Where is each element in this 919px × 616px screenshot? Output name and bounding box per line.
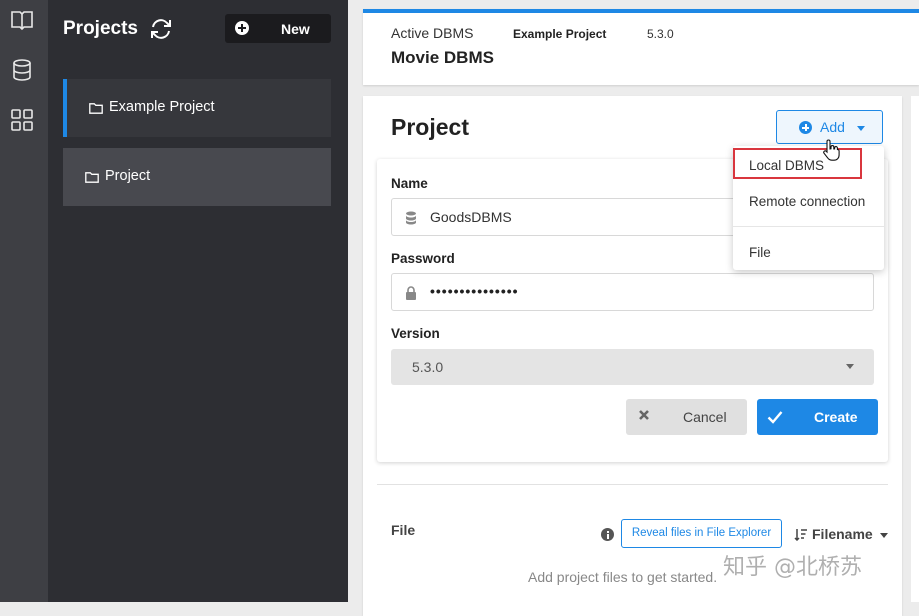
- plus-circle-icon: [799, 121, 812, 134]
- database-icon: [406, 211, 416, 225]
- hand-cursor-icon: [823, 139, 840, 161]
- active-dbms-name: Movie DBMS: [391, 48, 494, 67]
- chevron-down-icon: [846, 364, 854, 369]
- panel-divider[interactable]: [348, 0, 363, 602]
- menu-item-remote-connection[interactable]: Remote connection: [749, 194, 865, 209]
- add-dropdown-menu: Local DBMS Remote connection File: [733, 146, 884, 270]
- new-project-button[interactable]: New: [225, 14, 331, 43]
- refresh-icon[interactable]: [148, 16, 174, 42]
- version-value: 5.3.0: [412, 359, 444, 375]
- reveal-files-button[interactable]: Reveal files in File Explorer: [621, 519, 782, 548]
- chevron-down-icon: [880, 533, 888, 538]
- grid-icon[interactable]: [10, 108, 34, 132]
- database-icon[interactable]: [10, 58, 34, 82]
- project-item-label: Project: [105, 168, 151, 184]
- info-icon[interactable]: [601, 528, 614, 541]
- create-button[interactable]: Create: [757, 399, 878, 435]
- watermark: 知乎 @北桥苏: [723, 555, 862, 580]
- folder-icon: [89, 103, 103, 114]
- project-item-example-project[interactable]: Example Project: [63, 79, 331, 137]
- check-icon: [767, 411, 783, 424]
- folder-icon: [85, 172, 99, 183]
- chevron-down-icon: [857, 126, 865, 131]
- password-label: Password: [391, 251, 455, 266]
- active-dbms-label: Active DBMS: [391, 25, 474, 41]
- version-label: Version: [391, 326, 440, 341]
- name-value: GoodsDBMS: [430, 209, 512, 225]
- project-item-project[interactable]: Project: [63, 148, 331, 206]
- active-dbms-card: Active DBMS Example Project 5.3.0 Movie …: [363, 9, 919, 85]
- lock-icon: [406, 286, 416, 300]
- create-label: Create: [814, 409, 858, 425]
- sort-label: Filename: [812, 526, 873, 542]
- add-label: Add: [820, 119, 845, 135]
- password-value: •••••••••••••••: [430, 283, 519, 299]
- right-panel-edge: [911, 96, 919, 602]
- book-open-icon[interactable]: [10, 8, 34, 32]
- cancel-label: Cancel: [683, 409, 727, 425]
- password-field[interactable]: •••••••••••••••: [391, 273, 874, 311]
- project-item-label: Example Project: [109, 99, 215, 115]
- projects-panel: Projects New Example Project Project: [48, 0, 348, 602]
- file-section-label: File: [391, 522, 416, 538]
- menu-item-local-dbms[interactable]: Local DBMS: [749, 158, 824, 173]
- cancel-button[interactable]: Cancel: [626, 399, 747, 435]
- menu-divider: [733, 226, 884, 227]
- active-dbms-version: 5.3.0: [647, 27, 674, 41]
- section-divider: [377, 484, 888, 485]
- close-icon: [639, 410, 649, 420]
- plus-circle-icon: [235, 21, 249, 35]
- icon-rail: [0, 0, 48, 602]
- active-dbms-project: Example Project: [513, 27, 607, 41]
- version-select[interactable]: 5.3.0: [391, 349, 874, 385]
- name-label: Name: [391, 176, 428, 191]
- sort-icon: [794, 529, 807, 541]
- menu-item-file[interactable]: File: [749, 245, 771, 260]
- project-heading: Project: [391, 114, 469, 140]
- empty-files-message: Add project files to get started.: [528, 569, 718, 585]
- new-project-label: New: [281, 21, 310, 37]
- projects-title: Projects: [63, 18, 138, 39]
